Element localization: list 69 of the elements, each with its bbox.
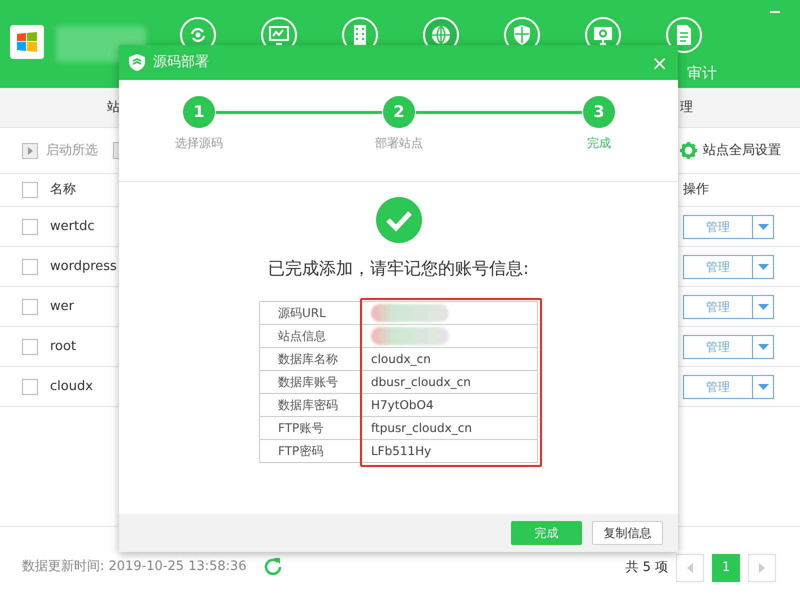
step-number: 1 <box>183 96 215 128</box>
info-value: LFb511Hy <box>360 439 538 462</box>
checkbox[interactable] <box>22 218 38 234</box>
checkbox[interactable] <box>22 338 38 354</box>
step-label: 部署站点 <box>375 135 423 152</box>
total-count: 共 5 项 <box>625 559 668 578</box>
page-button[interactable]: 1 <box>712 554 740 582</box>
prev-icon <box>687 562 693 573</box>
shield-icon <box>129 54 145 71</box>
caret-icon <box>758 224 768 230</box>
step-number: 3 <box>583 96 615 128</box>
info-value: cloudx_cn <box>360 347 538 370</box>
next-icon <box>759 562 765 573</box>
tab[interactable]: 站 <box>107 98 120 118</box>
caret-icon <box>758 384 768 390</box>
global-settings-button[interactable]: 站点全局设置 <box>680 141 781 160</box>
info-value: ftpusr_cloudx_cn <box>360 416 538 439</box>
info-label: FTP密码 <box>260 439 360 462</box>
site-name: cloudx <box>50 378 93 396</box>
manage-button[interactable]: 管理 <box>683 254 753 278</box>
dropdown-button[interactable] <box>753 254 774 278</box>
info-label: 数据库名称 <box>260 347 360 370</box>
prev-page-button[interactable] <box>676 554 704 582</box>
site-name: wer <box>50 298 74 316</box>
info-label: FTP账号 <box>260 416 360 439</box>
success-check-icon <box>376 197 422 243</box>
column-header: 名称 <box>50 181 76 200</box>
column-header: 操作 <box>683 181 709 200</box>
app-logo-icon <box>10 25 44 59</box>
info-value: H7ytObO4 <box>360 393 538 416</box>
refresh-icon[interactable] <box>262 557 283 577</box>
checkbox[interactable] <box>22 298 38 314</box>
checkbox[interactable] <box>22 378 38 394</box>
caret-icon <box>758 344 768 350</box>
dropdown-button[interactable] <box>753 214 774 238</box>
info-label: 源码URL <box>260 301 360 324</box>
info-label: 数据库密码 <box>260 393 360 416</box>
dropdown-button[interactable] <box>753 334 774 358</box>
manage-button[interactable]: 管理 <box>683 214 753 238</box>
gear-icon <box>680 142 697 160</box>
checkbox[interactable] <box>22 258 38 274</box>
manage-button[interactable]: 管理 <box>683 334 753 358</box>
site-name: root <box>50 338 76 356</box>
info-label: 数据库账号 <box>260 370 360 393</box>
manage-button[interactable]: 管理 <box>683 294 753 318</box>
dropdown-button[interactable] <box>753 374 774 398</box>
nav-label[interactable]: 审计 <box>687 62 717 84</box>
step-label: 完成 <box>587 135 611 152</box>
site-name: wordpress <box>50 258 117 276</box>
next-page-button[interactable] <box>748 554 776 582</box>
dropdown-button[interactable] <box>753 294 774 318</box>
site-name: wertdc <box>50 218 94 236</box>
close-button[interactable]: × <box>651 52 668 72</box>
finish-button[interactable]: 完成 <box>511 521 582 545</box>
caret-icon <box>758 304 768 310</box>
caret-icon <box>758 264 768 270</box>
copy-info-button[interactable]: 复制信息 <box>592 521 663 545</box>
tab[interactable]: 理 <box>680 98 693 118</box>
dialog-title: 源码部署 <box>153 53 209 72</box>
manage-button[interactable]: 管理 <box>683 374 753 398</box>
start-selected-button[interactable]: 启动所选 <box>46 140 98 160</box>
info-value: dbusr_cloudx_cn <box>360 370 538 393</box>
checkbox[interactable] <box>22 182 38 198</box>
info-label: 站点信息 <box>260 324 360 347</box>
update-time: 数据更新时间: 2019-10-25 13:58:36 <box>22 558 247 576</box>
step-number: 2 <box>383 96 415 128</box>
play-icon[interactable] <box>22 142 38 158</box>
success-message: 已完成添加，请牢记您的账号信息: <box>268 258 529 281</box>
step-label: 选择源码 <box>175 135 223 152</box>
